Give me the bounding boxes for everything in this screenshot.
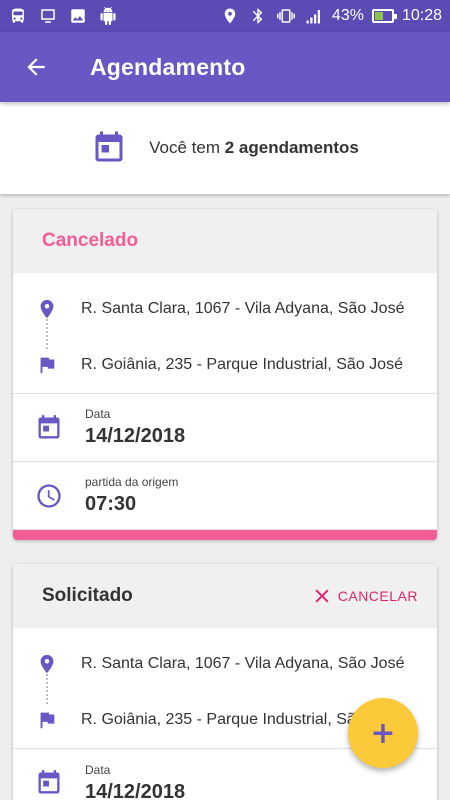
route-connector	[46, 674, 48, 704]
screen-icon	[38, 8, 58, 24]
arrow-back-icon	[27, 58, 45, 76]
signal-icon	[304, 8, 324, 24]
time-value: 07:30	[85, 493, 137, 515]
close-icon	[315, 589, 329, 603]
calendar-icon	[95, 131, 123, 162]
origin-row: R. Santa Clara, 1067 - Vila Adyana, São …	[13, 281, 437, 337]
date-row: Data 14/12/2018	[13, 394, 437, 462]
origin-address: R. Santa Clara, 1067 - Vila Adyana, São …	[81, 655, 405, 672]
clock-icon	[37, 483, 61, 508]
card-header: Cancelado	[13, 209, 437, 273]
summary-prefix: Você tem	[149, 138, 225, 157]
android-icon	[98, 7, 118, 25]
time-row: partida da origem 07:30	[13, 462, 437, 530]
card-header: Solicitado CANCELAR	[13, 564, 437, 628]
app-bar: Agendamento	[0, 32, 450, 102]
location-icon	[220, 8, 240, 24]
origin-row: R. Santa Clara, 1067 - Vila Adyana, São …	[13, 636, 437, 692]
status-bar-cancelled	[13, 530, 437, 540]
summary-text: Você tem 2 agendamentos	[149, 138, 359, 158]
cancel-label: CANCELAR	[337, 588, 418, 604]
destination-row: R. Goiânia, 235 - Parque Industrial, São…	[13, 337, 437, 393]
calendar-icon	[38, 770, 60, 794]
add-appointment-button[interactable]: +	[348, 698, 418, 768]
vibrate-icon	[276, 8, 296, 24]
route-connector	[46, 319, 48, 349]
date-label: Data	[85, 762, 111, 777]
image-icon	[68, 8, 88, 24]
page-title: Agendamento	[90, 53, 246, 80]
time-label: partida da origem	[85, 475, 179, 489]
bluetooth-icon	[248, 8, 268, 24]
plus-icon: +	[370, 715, 396, 751]
bus-icon	[8, 8, 28, 24]
status-bar: 43% 10:28	[0, 0, 450, 32]
cancel-button[interactable]: CANCELAR	[312, 586, 418, 606]
date-label: Data	[85, 407, 111, 421]
summary-count: 2 agendamentos	[224, 138, 359, 157]
battery-icon	[371, 9, 397, 23]
flag-icon	[40, 357, 55, 374]
back-button[interactable]	[18, 49, 54, 85]
date-value: 14/12/2018	[85, 780, 186, 800]
origin-address: R. Santa Clara, 1067 - Vila Adyana, São …	[81, 300, 405, 317]
clock: 10:28	[401, 7, 442, 24]
flag-icon	[40, 712, 55, 729]
appointments-summary: Você tem 2 agendamentos	[0, 102, 450, 194]
calendar-icon	[38, 414, 60, 438]
appointment-card[interactable]: Cancelado R. Santa Clara, 1067 - Vila Ad…	[13, 209, 437, 540]
status-label: Cancelado	[42, 230, 139, 251]
date-value: 14/12/2018	[85, 425, 186, 447]
destination-address: R. Goiânia, 235 - Parque Industrial, São…	[81, 356, 403, 373]
route: R. Santa Clara, 1067 - Vila Adyana, São …	[13, 273, 437, 394]
battery-percent: 43%	[331, 7, 364, 24]
status-label: Solicitado	[42, 585, 133, 606]
